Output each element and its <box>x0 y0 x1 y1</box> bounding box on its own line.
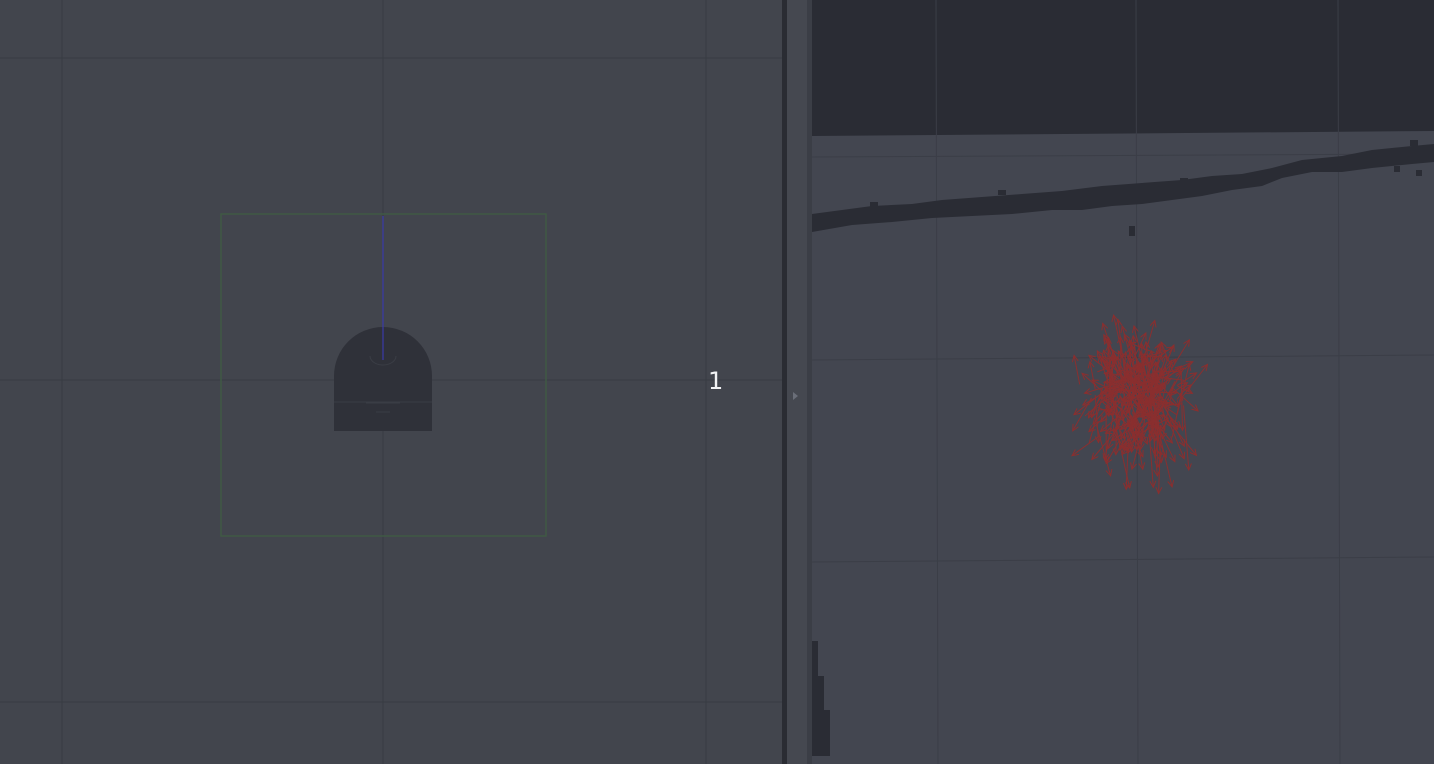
particle-arrow <box>1143 353 1145 417</box>
right-map-viewport[interactable] <box>812 0 1434 764</box>
particle-arrow <box>1071 435 1100 457</box>
particle-cloud <box>1071 313 1209 495</box>
left-3d-viewport[interactable]: 1 <box>0 0 782 764</box>
particle-arrow <box>1180 376 1183 431</box>
particle-arrow <box>1160 438 1173 488</box>
particle-arrow-head <box>1189 372 1198 380</box>
particle-arrow-head <box>1183 338 1191 347</box>
splitter-border <box>782 0 787 764</box>
particle-arrow <box>1095 424 1112 477</box>
panel-splitter[interactable] <box>782 0 812 764</box>
overlay-number: 1 <box>708 367 724 395</box>
triangle-right-icon[interactable] <box>793 392 798 400</box>
left-viewport-canvas <box>0 0 782 764</box>
particle-arrow <box>1163 339 1190 382</box>
map-unknown-region <box>812 0 1434 136</box>
particle-arrow <box>1183 405 1190 471</box>
map-obstacle <box>812 641 830 756</box>
map-canvas <box>812 0 1434 764</box>
app-window: 1 <box>0 0 1434 764</box>
